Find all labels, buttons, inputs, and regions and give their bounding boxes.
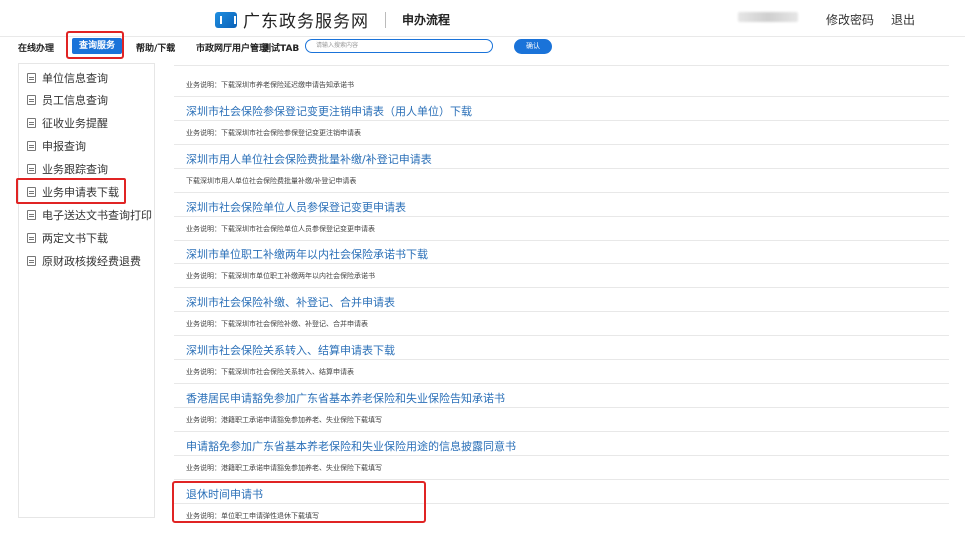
divider — [174, 168, 949, 169]
entry-title-link[interactable]: 申请豁免参加广东省基本养老保险和失业保险用途的信息披露同意书 — [186, 438, 516, 454]
nav-online-service[interactable]: 在线办理 — [18, 41, 54, 54]
document-icon — [27, 118, 36, 128]
entry-title-link[interactable]: 深圳市社会保险补缴、补登记、合并申请表 — [186, 294, 395, 310]
highlight-box-entry — [172, 481, 426, 523]
sidebar-item-declaration-query[interactable]: 申报查询 — [27, 138, 86, 154]
entry-desc: 业务说明：港籍职工承诺申请豁免参加养老、失业保险下载填写 — [186, 416, 382, 424]
divider — [174, 311, 949, 312]
search-input[interactable]: 请输入搜索内容 — [305, 39, 493, 53]
page-subtitle: 申办流程 — [402, 13, 451, 27]
sidebar-item-employee-info[interactable]: 员工信息查询 — [27, 92, 108, 108]
divider — [174, 192, 949, 193]
page-header: 广东政务服务网 申办流程 修改密码 退出 — [0, 0, 965, 36]
divider — [174, 335, 949, 336]
entry-desc: 下载深圳市用人单位社会保险费批量补缴/补登记申请表 — [186, 177, 357, 185]
entry-title-link[interactable]: 深圳市社会保险关系转入、结算申请表下载 — [186, 342, 395, 358]
user-name-blurred — [738, 12, 798, 22]
document-icon — [27, 95, 36, 105]
divider — [174, 96, 949, 97]
entry-desc: 业务说明：下载深圳市养老保险延迟缴申请告知承诺书 — [186, 81, 354, 89]
sidebar-item-fixed-document[interactable]: 两定文书下载 — [27, 230, 108, 246]
sidebar-item-e-document[interactable]: 电子送达文书查询打印 — [27, 207, 153, 223]
highlight-box-sidebar — [16, 178, 126, 204]
divider — [174, 455, 949, 456]
sidebar-item-business-tracking[interactable]: 业务跟踪查询 — [27, 161, 108, 177]
sidebar-item-collection-reminder[interactable]: 征收业务提醒 — [27, 115, 108, 131]
divider — [174, 479, 949, 480]
sidebar-item-unit-info[interactable]: 单位信息查询 — [27, 70, 108, 86]
top-nav: 在线办理 查询服务 帮助/下载 市政网厅用户管理 测试TAB 请输入搜索内容 确… — [0, 31, 965, 59]
site-logo[interactable]: 广东政务服务网 申办流程 — [215, 7, 450, 32]
entry-title-link[interactable]: 香港居民申请豁免参加广东省基本养老保险和失业保险告知承诺书 — [186, 390, 505, 406]
change-password-link[interactable]: 修改密码 — [826, 11, 874, 28]
entry-desc: 业务说明：下载深圳市社会保险补缴、补登记、合并申请表 — [186, 320, 368, 328]
document-icon — [27, 210, 36, 220]
entry-desc: 业务说明：港籍职工承诺申请豁免参加养老、失业保险下载填写 — [186, 464, 382, 472]
entry-title-link[interactable]: 深圳市单位职工补缴两年以内社会保险承诺书下载 — [186, 246, 428, 262]
nav-help-download[interactable]: 帮助/下载 — [136, 41, 175, 54]
divider — [174, 287, 949, 288]
document-icon — [27, 141, 36, 151]
entry-desc: 业务说明：下载深圳市单位职工补缴两年以内社会保险承诺书 — [186, 272, 375, 280]
gov-logo-icon — [215, 11, 237, 28]
divider — [174, 65, 949, 66]
divider — [174, 144, 949, 145]
document-icon — [27, 73, 36, 83]
divider — [174, 120, 949, 121]
divider — [174, 216, 949, 217]
logout-link[interactable]: 退出 — [891, 11, 915, 28]
entry-title-link[interactable]: 深圳市社会保险单位人员参保登记变更申请表 — [186, 199, 406, 215]
entry-desc: 业务说明：下载深圳市社会保险单位人员参保登记变更申请表 — [186, 225, 375, 233]
site-title: 广东政务服务网 — [243, 12, 369, 32]
divider — [174, 263, 949, 264]
divider — [174, 383, 949, 384]
sidebar: 单位信息查询 员工信息查询 征收业务提醒 申报查询 业务跟踪查询 业务申请表下载… — [18, 63, 155, 518]
document-icon — [27, 233, 36, 243]
divider — [174, 240, 949, 241]
entry-desc: 业务说明：下载深圳市社会保险参保登记变更注销申请表 — [186, 129, 361, 137]
divider — [174, 407, 949, 408]
search-confirm-button[interactable]: 确认 — [514, 39, 552, 54]
entry-desc: 业务说明：下载深圳市社会保险关系转入、结算申请表 — [186, 368, 354, 376]
highlight-box-nav — [66, 31, 124, 59]
nav-test-tab[interactable]: 测试TAB — [262, 41, 299, 54]
nav-user-management[interactable]: 市政网厅用户管理 — [196, 41, 268, 54]
divider — [174, 359, 949, 360]
entry-title-link[interactable]: 深圳市用人单位社会保险费批量补缴/补登记申请表 — [186, 151, 432, 167]
document-icon — [27, 256, 36, 266]
divider — [174, 431, 949, 432]
entry-title-link[interactable]: 深圳市社会保险参保登记变更注销申请表（用人单位）下载 — [186, 103, 472, 119]
title-divider — [385, 11, 386, 28]
sidebar-item-fund-refund[interactable]: 原财政核拨经费退费 — [27, 253, 153, 269]
document-icon — [27, 164, 36, 174]
